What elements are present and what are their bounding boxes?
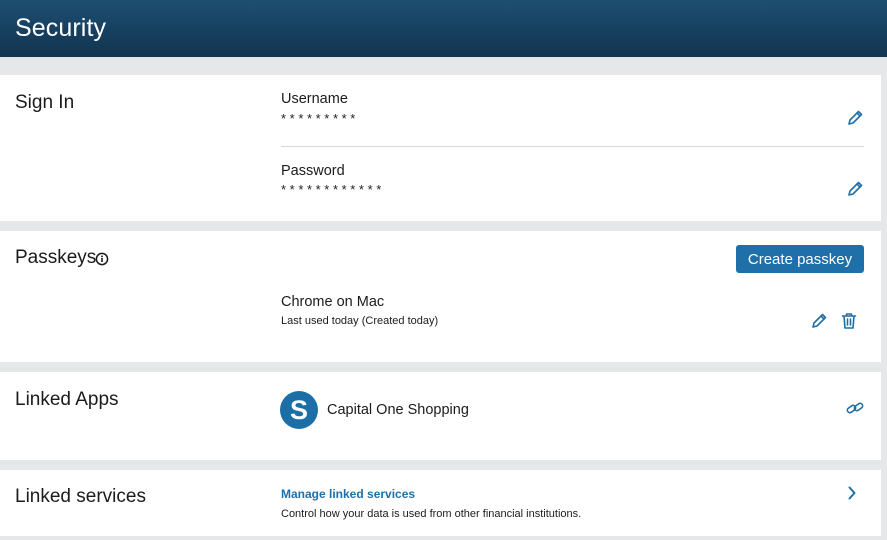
sign-in-title: Sign In <box>15 92 75 113</box>
passkey-detail: Last used today (Created today) <box>281 315 439 327</box>
passkey-name: Chrome on Mac <box>281 294 385 310</box>
linked-apps-card: Linked Apps S Capital One Shopping <box>0 372 881 460</box>
linked-services-description: Control how your data is used from other… <box>281 508 582 520</box>
sign-in-card: Sign In Username ********* Password ****… <box>0 75 881 221</box>
password-value: ************ <box>281 182 385 197</box>
trash-icon <box>841 313 857 329</box>
page-title: Security <box>15 14 107 42</box>
linked-apps-title: Linked Apps <box>15 389 119 410</box>
username-label: Username <box>281 91 348 107</box>
page-header: Security <box>0 0 887 57</box>
linked-services-chevron[interactable] <box>842 483 862 503</box>
capital-one-shopping-logo: S <box>280 391 318 429</box>
link-icon <box>846 402 864 414</box>
passkeys-card: Passkeys Create passkey Chrome on Mac La… <box>0 231 881 362</box>
pencil-icon <box>848 181 863 196</box>
linked-services-card: Linked services Manage linked services C… <box>0 470 881 536</box>
linked-app-name: Capital One Shopping <box>327 402 469 418</box>
pencil-icon <box>812 313 827 328</box>
chevron-right-icon <box>848 486 856 500</box>
manage-linked-services-link[interactable]: Manage linked services <box>281 487 415 501</box>
edit-passkey-button[interactable] <box>809 311 829 331</box>
svg-text:S: S <box>290 395 308 425</box>
create-passkey-button[interactable]: Create passkey <box>736 245 864 273</box>
unlink-app-button[interactable] <box>845 398 865 418</box>
linked-services-title: Linked services <box>15 486 146 507</box>
username-value: ********* <box>281 111 359 126</box>
info-icon[interactable] <box>95 252 109 266</box>
password-label: Password <box>281 163 345 179</box>
divider <box>281 146 864 147</box>
passkeys-title: Passkeys <box>15 247 97 268</box>
edit-username-button[interactable] <box>845 108 865 128</box>
pencil-icon <box>848 110 863 125</box>
edit-password-button[interactable] <box>845 179 865 199</box>
delete-passkey-button[interactable] <box>839 311 859 331</box>
